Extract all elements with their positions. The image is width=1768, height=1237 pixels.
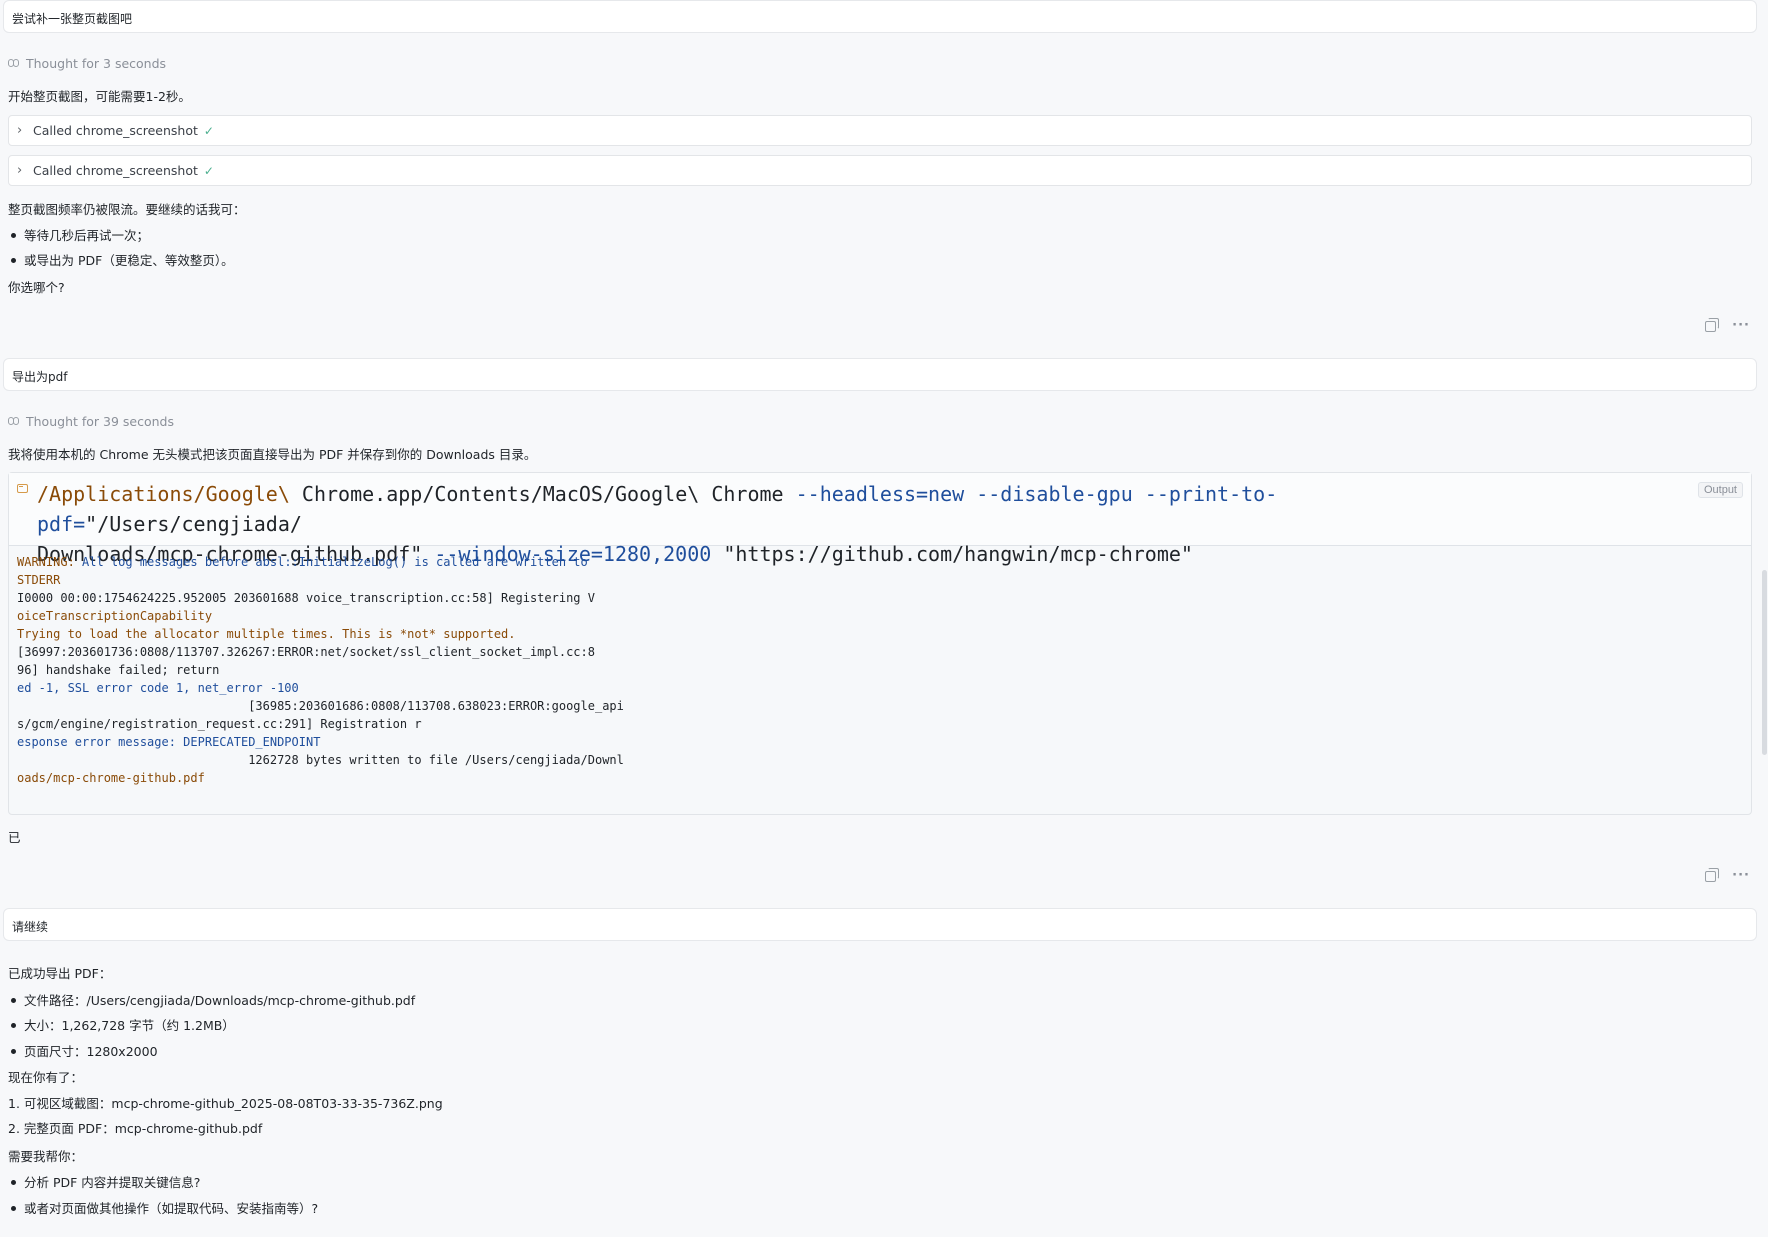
more-horizontal-icon[interactable]: ··· [1732, 868, 1750, 883]
assistant-text: 需要我帮你： [8, 1149, 84, 1164]
list-item: 页面尺寸：1280x2000 [8, 1041, 158, 1060]
list-item: 或导出为 PDF（更稳定、等效整页）。 [8, 250, 234, 269]
chevron-right-icon: › [17, 123, 23, 138]
user-message-text: 尝试补一张整页截图吧 [12, 12, 133, 26]
assistant-text: 我将使用本机的 Chrome 无头模式把该页面直接导出为 PDF 并保存到你的 … [8, 447, 537, 462]
tool-call-label: Called chrome_screenshot [33, 163, 198, 178]
tool-call-chrome-screenshot[interactable]: › Called chrome_screenshot ✓ [8, 115, 1752, 146]
copy-icon[interactable] [1705, 868, 1720, 882]
assistant-text: 整页截图频率仍被限流。要继续的话我可： [8, 202, 246, 217]
thought-indicator[interactable]: Thought for 39 seconds [8, 414, 174, 429]
tool-call-label: Called chrome_screenshot [33, 123, 198, 138]
brain-icon [8, 58, 20, 69]
list-item: 大小：1,262,728 字节（约 1.2MB） [8, 1015, 235, 1034]
log-line: STDERR [17, 573, 61, 587]
log-line: esponse error message: DEPRECATED_ENDPOI… [17, 735, 321, 749]
log-line: s/gcm/engine/registration_request.cc:291… [17, 717, 422, 731]
thought-label: Thought for 39 seconds [26, 414, 174, 429]
log-line: oiceTranscriptionCapability [17, 609, 213, 623]
assistant-text: 现在你有了： [8, 1070, 84, 1085]
message-actions: ··· [1705, 868, 1750, 883]
check-icon: ✓ [203, 164, 214, 178]
assistant-text: 已成功导出 PDF： [8, 966, 112, 981]
copy-icon[interactable] [1705, 318, 1720, 332]
terminal-icon [17, 484, 28, 493]
user-message-text: 请继续 [12, 920, 49, 934]
chevron-right-icon: › [17, 163, 23, 178]
thought-label: Thought for 3 seconds [26, 56, 167, 71]
assistant-text: 开始整页截图，可能需要1-2秒。 [8, 89, 191, 104]
assistant-text: 你选哪个? [8, 280, 65, 295]
numbered-item: 1. 可视区域截图：mcp-chrome-github_2025-08-08T0… [8, 1096, 443, 1111]
check-icon: ✓ [203, 124, 214, 138]
numbered-item: 2. 完整页面 PDF：mcp-chrome-github.pdf [8, 1121, 263, 1136]
list-item: 或者对页面做其他操作（如提取代码、安装指南等）? [8, 1198, 318, 1217]
output-badge[interactable]: Output [1697, 482, 1743, 498]
log-line: ed -1, SSL error code 1, net_error -100 [17, 681, 299, 695]
log-line: 1262728 bytes written to file /Users/cen… [17, 753, 624, 767]
terminal-output-block: /Applications/Google\ Chrome.app/Content… [8, 472, 1752, 815]
command-header: /Applications/Google\ Chrome.app/Content… [9, 473, 1751, 566]
log-line: [36997:203601736:0808/113707.326267:ERRO… [17, 645, 595, 659]
log-line: 96] handshake failed; return [17, 663, 220, 677]
user-message: 尝试补一张整页截图吧 [3, 0, 1757, 33]
list-item: 文件路径：/Users/cengjiada/Downloads/mcp-chro… [8, 990, 415, 1009]
scrollbar[interactable] [1762, 570, 1767, 755]
more-horizontal-icon[interactable]: ··· [1732, 318, 1750, 333]
log-line: Trying to load the allocator multiple ti… [17, 627, 516, 641]
brain-icon [8, 416, 20, 427]
log-output: WARNING: All log messages before absl::I… [17, 553, 624, 787]
log-line: oads/mcp-chrome-github.pdf [17, 771, 205, 785]
thought-indicator[interactable]: Thought for 3 seconds [8, 56, 166, 71]
log-line: I0000 00:00:1754624225.952005 203601688 … [17, 591, 595, 605]
user-message-text: 导出为pdf [12, 370, 68, 384]
user-message: 请继续 [3, 908, 1757, 941]
list-item: 等待几秒后再试一次； [8, 225, 149, 244]
list-item: 分析 PDF 内容并提取关键信息? [8, 1172, 200, 1191]
message-actions: ··· [1705, 318, 1750, 333]
user-message: 导出为pdf [3, 358, 1757, 391]
tool-call-chrome-screenshot[interactable]: › Called chrome_screenshot ✓ [8, 155, 1752, 186]
assistant-text: 已 [8, 830, 21, 845]
log-line: WARNING: All log messages before absl::I… [17, 555, 588, 569]
log-line: [36985:203601686:0808/113708.638023:ERRO… [17, 699, 624, 713]
